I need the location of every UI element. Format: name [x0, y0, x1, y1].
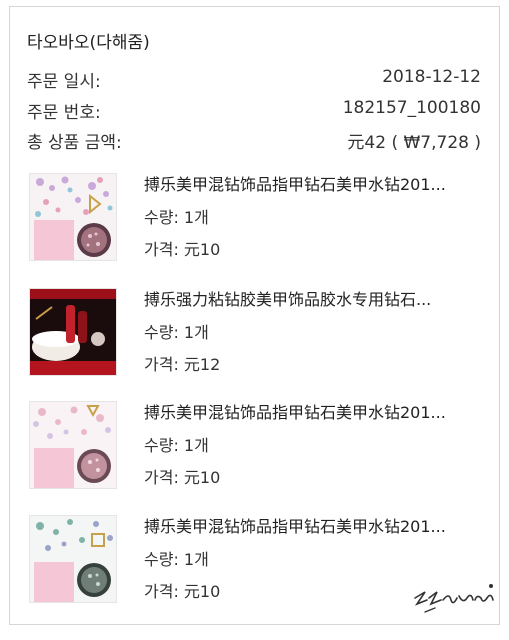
order-number-row: 주문 번호: 182157_100180 — [27, 98, 481, 123]
order-item[interactable]: 搏乐强力粘钻胶美甲饰品胶水专用钻石... 수량: 1개 가격: 元12 — [27, 286, 481, 378]
order-card: 타오바오(다해줌) 주문 일시: 2018-12-12 주문 번호: 18215… — [9, 6, 500, 625]
item-title[interactable]: 搏乐美甲混钻饰品指甲钻石美甲水钻201... — [144, 399, 481, 423]
order-total-value: 元42 ( ₩7,728 ) — [347, 133, 481, 153]
item-title[interactable]: 搏乐美甲混钻饰品指甲钻石美甲水钻201... — [144, 171, 481, 195]
item-quantity: 수량: 1개 — [144, 323, 209, 342]
item-title[interactable]: 搏乐强力粘钻胶美甲饰品胶水专用钻石... — [144, 286, 481, 310]
rhinestone-product-thumbnail-icon[interactable] — [29, 401, 117, 489]
store-name: 타오바오(다해줌) — [27, 33, 150, 53]
zzanome-signature-watermark — [411, 578, 497, 618]
order-item[interactable]: 搏乐美甲混钻饰品指甲钻石美甲水钻201... 수량: 1개 가격: 元10 — [27, 171, 481, 263]
order-number-label: 주문 번호: — [27, 103, 101, 123]
item-price: 가격: 元12 — [144, 355, 221, 374]
item-title[interactable]: 搏乐美甲混钻饰品指甲钻石美甲水钻201... — [144, 513, 481, 537]
item-price: 가격: 元10 — [144, 468, 221, 487]
order-date-row: 주문 일시: 2018-12-12 — [27, 67, 481, 92]
item-quantity: 수량: 1개 — [144, 208, 209, 227]
order-total-label: 총 상품 금액: — [27, 133, 122, 153]
rhinestone-product-thumbnail-icon[interactable] — [29, 515, 117, 603]
order-date-label: 주문 일시: — [27, 72, 101, 92]
order-item[interactable]: 搏乐美甲混钻饰品指甲钻石美甲水钻201... 수량: 1개 가격: 元10 — [27, 399, 481, 491]
order-date-value: 2018-12-12 — [382, 67, 481, 87]
item-quantity: 수량: 1개 — [144, 436, 209, 455]
rhinestone-product-thumbnail-icon[interactable] — [29, 173, 117, 261]
glue-product-thumbnail-icon[interactable] — [29, 288, 117, 376]
order-number-value: 182157_100180 — [342, 98, 481, 118]
item-price: 가격: 元10 — [144, 582, 221, 601]
item-quantity: 수량: 1개 — [144, 550, 209, 569]
item-price: 가격: 元10 — [144, 240, 221, 259]
order-total-row: 총 상품 금액: 元42 ( ₩7,728 ) — [27, 128, 481, 153]
